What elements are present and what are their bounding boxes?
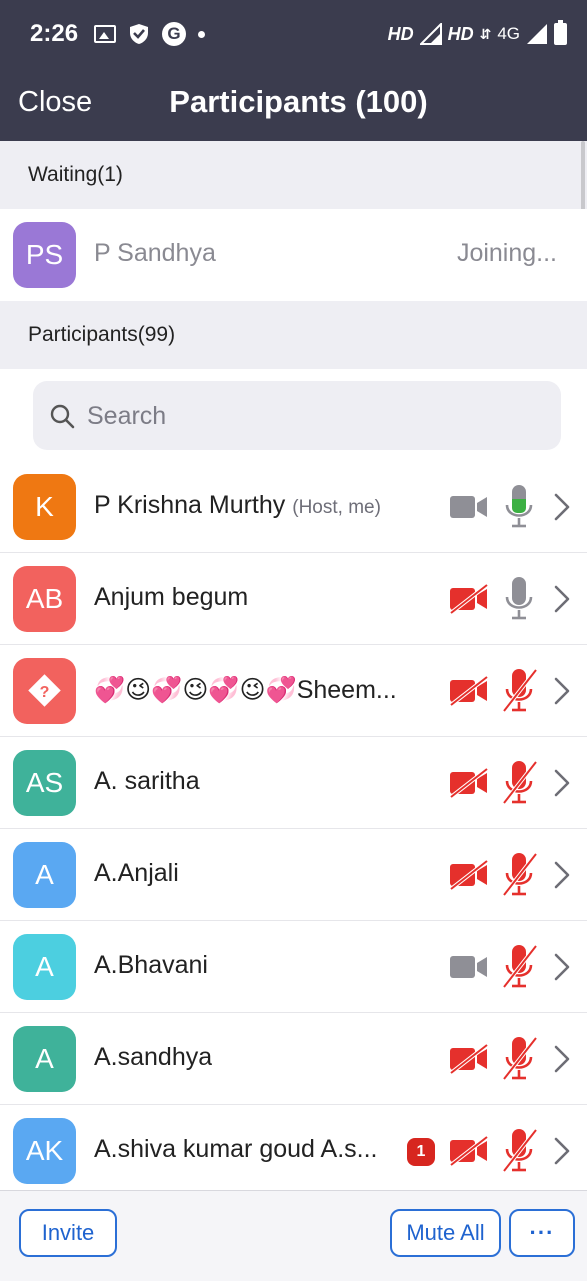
footer-toolbar: Invite Mute All ··· [0,1190,587,1281]
avatar: PS [13,222,76,288]
participant-name-text: A.shiva kumar goud A.s... [94,1135,378,1163]
participant-name-text: A.Anjali [94,859,179,887]
network-label-hd: HD [387,23,414,44]
chevron-right-icon[interactable] [552,583,572,615]
mic-muted-icon [500,1127,538,1173]
participant-name: A.shiva kumar goud A.s... [94,1135,377,1164]
chevron-right-icon[interactable] [552,859,572,891]
participant-name: 💞😉💞😉💞😉💞Sheem... [94,675,397,705]
mic-muted-icon [500,943,538,989]
svg-text:?: ? [40,684,50,701]
status-bar: 2:26 G HD HD ⇵ 4G [0,0,587,68]
video-icon [449,952,489,982]
mic-muted-icon [500,667,538,713]
video-off-icon [449,675,489,707]
participant-name: P Sandhya [94,239,216,267]
avatar: AB [13,566,76,632]
network-type: 4G [497,24,520,43]
participant-name-text: A.sandhya [94,1043,213,1071]
shield-icon [130,24,148,44]
participant-row[interactable]: A A.Bhavani [0,921,587,1013]
google-icon: G [162,22,186,46]
mute-all-button[interactable]: Mute All [390,1209,501,1257]
network-label-hd-2: HD [447,23,474,44]
video-off-icon [449,859,489,891]
participant-name: P Krishna Murthy (Host, me) [94,491,381,520]
participant-row[interactable]: AB Anjum begum [0,553,587,645]
participant-row[interactable]: ? 💞😉💞😉💞😉💞Sheem... [0,645,587,737]
participant-row[interactable]: AS A. saritha [0,737,587,829]
chat-count-badge: 1 [407,1138,435,1166]
mic-muted-icon [500,1035,538,1081]
chevron-right-icon[interactable] [552,1043,572,1075]
participant-row[interactable]: A A.Anjali [0,829,587,921]
chevron-right-icon[interactable] [552,491,572,523]
participant-name-text: A.Bhavani [94,951,208,979]
dot-icon [198,30,205,38]
video-off-icon [449,767,489,799]
chevron-right-icon[interactable] [552,675,572,707]
participant-row[interactable]: A A.sandhya [0,1013,587,1105]
mic-icon [500,575,538,621]
battery-icon [554,20,567,45]
page-title: Participants (100) [169,84,428,119]
participant-row[interactable]: K P Krishna Murthy (Host, me) [0,461,587,553]
participants-heading: Participants(99) [28,323,176,346]
chevron-right-icon[interactable] [552,767,572,799]
participant-name: A.Anjali [94,859,179,888]
avatar: AS [13,750,76,816]
participant-name-text: A. saritha [94,767,200,795]
data-arrows-icon: ⇵ [479,25,492,42]
search-input[interactable] [87,395,537,437]
status-time: 2:26 [30,20,79,47]
avatar: A [13,1026,76,1092]
search-box[interactable] [33,381,561,450]
image-icon [94,25,116,43]
participant-name-text: P Krishna Murthy [94,491,286,519]
participant-name: A.sandhya [94,1043,212,1072]
mic-icon [500,483,538,529]
participant-name-text: 💞😉💞😉💞😉💞Sheem... [94,676,397,704]
participants-section-header: Participants(99) [0,301,587,369]
participant-name: A. saritha [94,767,200,796]
search-icon [50,404,75,429]
invite-button[interactable]: Invite [19,1209,117,1257]
avatar: AK [13,1118,76,1184]
avatar: K [13,474,76,540]
signal-icon [419,23,442,45]
avatar-placeholder-icon: ? [13,658,76,724]
participant-role: (Host, me) [292,497,381,518]
chevron-right-icon[interactable] [552,1135,572,1167]
signal-full-icon [527,24,547,44]
video-icon [449,492,489,522]
mic-muted-icon [500,759,538,805]
search-bar [0,369,587,461]
waiting-heading: Waiting(1) [28,163,123,186]
avatar: A [13,842,76,908]
participant-name-text: Anjum begum [94,583,249,611]
joining-status: Joining... [456,239,557,267]
participant-name: Anjum begum [94,583,248,612]
avatar: A [13,934,76,1000]
top-bar: 2:26 G HD HD ⇵ 4G Close Participants (10… [0,0,587,141]
video-off-icon [449,583,489,615]
waiting-list-item[interactable]: PS P Sandhya Joining... [0,209,587,301]
waiting-section-header: Waiting(1) [0,141,587,209]
video-off-icon [449,1043,489,1075]
video-off-icon [449,1135,489,1167]
participant-row[interactable]: AK A.shiva kumar goud A.s... 1 [0,1105,587,1197]
mic-muted-icon [500,851,538,897]
chevron-right-icon[interactable] [552,951,572,983]
more-options-button[interactable]: ··· [509,1209,575,1257]
participant-name: A.Bhavani [94,951,208,980]
participants-screen: 2:26 G HD HD ⇵ 4G Close Participants (10… [0,0,587,1281]
